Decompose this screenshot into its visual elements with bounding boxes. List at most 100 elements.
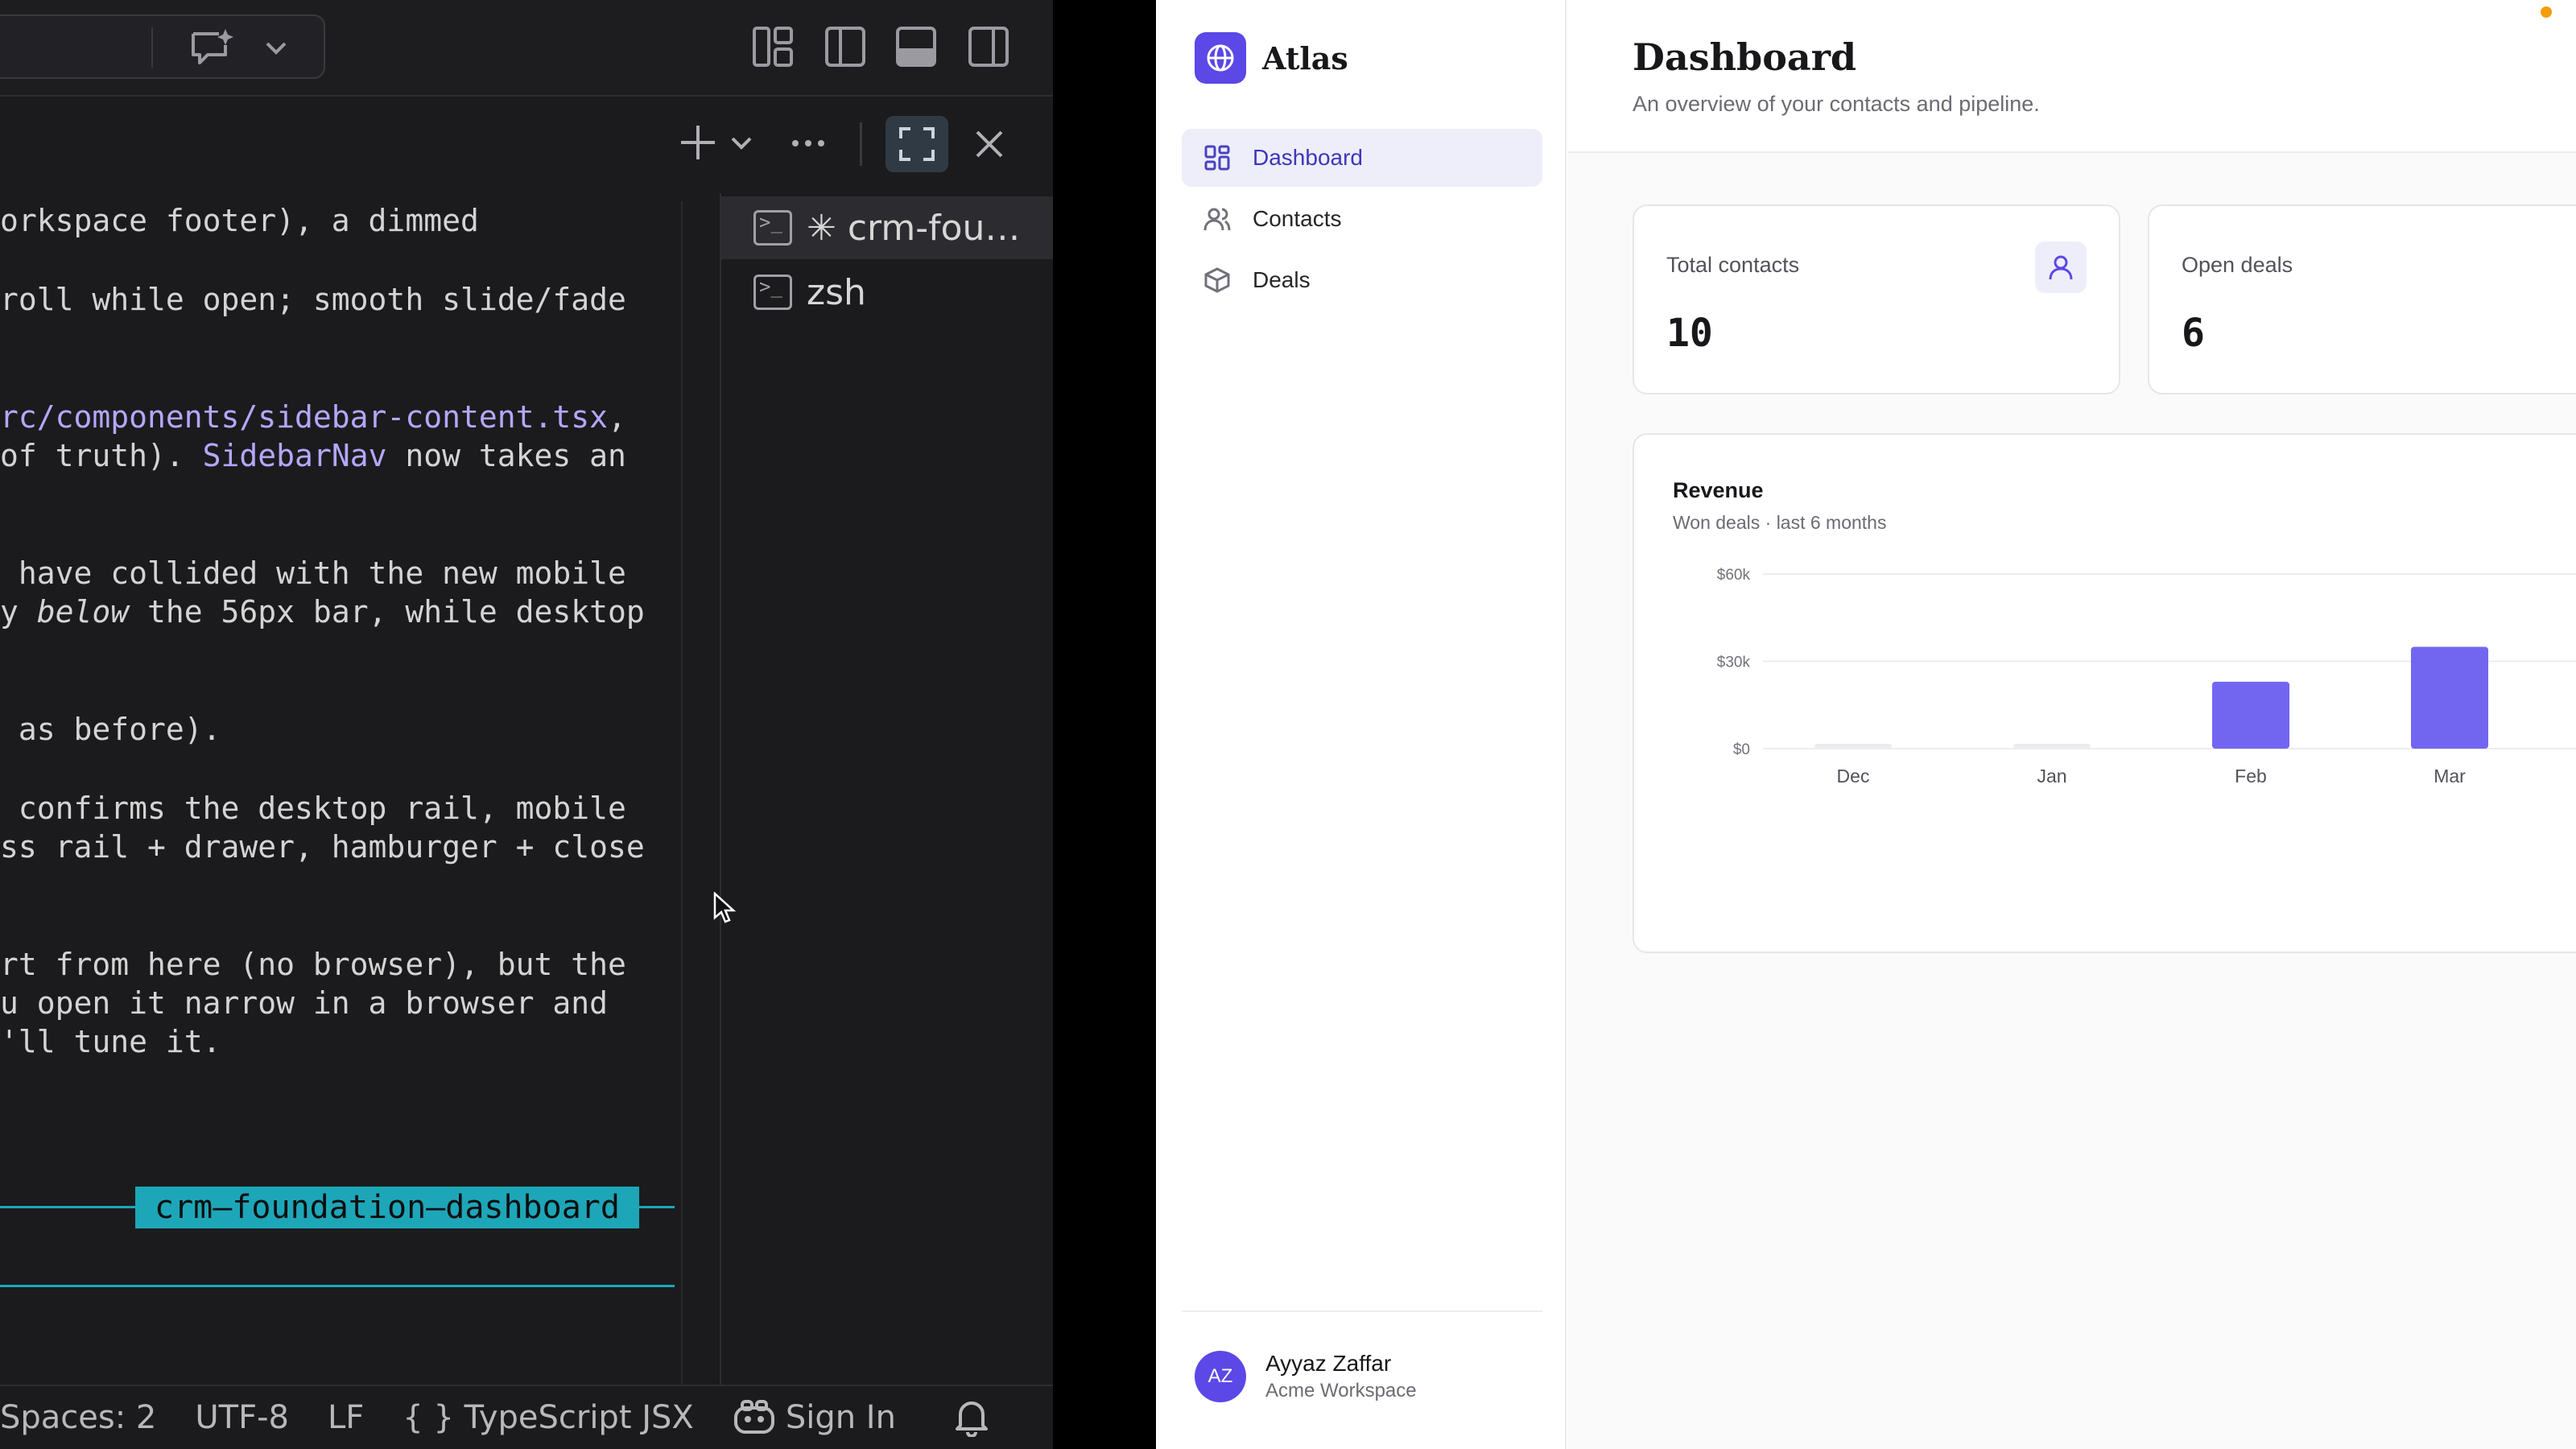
terminal-line: rt from here (no browser), but the: [0, 947, 626, 982]
terminal-line: u open it narrow in a browser and: [0, 985, 608, 1021]
sidebar-item-dashboard[interactable]: Dashboard: [1182, 129, 1542, 187]
sidebar-divider: [1182, 1311, 1542, 1312]
y-tick-label: $0: [1733, 741, 1750, 758]
terminal-line: roll while open; smooth slide/fade: [0, 282, 626, 317]
sidebar-item-label: Contacts: [1253, 206, 1342, 231]
user-workspace: Acme Workspace: [1265, 1380, 1417, 1402]
stat-card-open-deals: Open deals 6: [2148, 204, 2576, 394]
stat-label: Open deals: [2182, 253, 2293, 277]
close-panel-icon[interactable]: [974, 129, 1005, 159]
sign-in-label: Sign In: [785, 1399, 896, 1436]
terminal-tabs-list: ✳ crm-fou… zsh: [720, 193, 1053, 1385]
terminal-line: have collided with the new mobile: [0, 555, 626, 591]
chevron-down-icon[interactable]: [264, 37, 288, 58]
indentation-status[interactable]: Spaces: 2: [0, 1399, 156, 1436]
x-tick-label: Mar: [2434, 766, 2466, 786]
user-name: Ayyaz Zaffar: [1265, 1351, 1392, 1376]
brand[interactable]: Atlas: [1195, 32, 1348, 84]
revenue-card: Revenue Won deals · last 6 months $0 $30k…: [1633, 433, 2576, 953]
box-icon: [1203, 266, 1232, 295]
revenue-bar-dec[interactable]: [1814, 744, 1892, 749]
terminal-line: confirms the desktop rail, mobile: [0, 791, 626, 826]
maximize-panel-button[interactable]: [886, 116, 948, 172]
toggle-primary-sidebar-icon[interactable]: [824, 26, 866, 68]
line-ending-status[interactable]: LF: [328, 1399, 364, 1436]
customize-layout-icon[interactable]: [752, 26, 794, 68]
branch-tag: crm–foundation–dashboard: [135, 1187, 639, 1228]
user-profile[interactable]: AZ Ayyaz Zaffar Acme Workspace: [1195, 1351, 1417, 1402]
terminal-tab-crm[interactable]: ✳ crm-fou…: [721, 196, 1053, 259]
terminal-line: 'll tune it.: [0, 1024, 221, 1059]
file-path-link[interactable]: rc/components/sidebar-content.tsx: [0, 399, 608, 435]
mouse-pointer-icon: [713, 892, 736, 923]
stat-value: 10: [1666, 311, 1713, 356]
terminal-text: the 56px bar, while desktop: [129, 594, 645, 630]
sidebar-item-deals[interactable]: Deals: [1182, 251, 1542, 309]
terminal-emphasis: below: [36, 594, 130, 630]
terminal-panel-header: [0, 98, 1053, 192]
x-tick-label: Dec: [1837, 766, 1870, 786]
sign-in-status[interactable]: Sign In: [733, 1399, 896, 1436]
sidebar-item-contacts[interactable]: Contacts: [1182, 190, 1542, 248]
terminal-tab-label: ✳ crm-fou…: [807, 207, 1021, 249]
chevron-down-icon[interactable]: [729, 132, 753, 153]
sparkle-chat-icon[interactable]: [188, 27, 235, 69]
code-editor-window: orkspace footer), a dimmed roll while op…: [0, 0, 1053, 1449]
users-icon: [1203, 204, 1232, 233]
terminal-line: orkspace footer), a dimmed: [0, 203, 479, 238]
app-sidebar: Atlas Dashboard Contacts Deals AZ Ayyaz …: [1156, 0, 1567, 1449]
prompt-separator-line: [0, 1285, 675, 1287]
x-tick-label: Feb: [2235, 766, 2267, 786]
chat-input-box[interactable]: [0, 14, 325, 79]
terminal-icon: [753, 275, 792, 310]
page-title: Dashboard: [1633, 35, 1857, 79]
terminal-tab-zsh[interactable]: zsh: [721, 261, 1053, 324]
terminal-line: as before).: [0, 712, 221, 747]
more-actions-icon[interactable]: [791, 138, 826, 148]
main-content: Dashboard An overview of your contacts a…: [1568, 0, 2576, 1449]
status-bar: Spaces: 2 UTF-8 LF { } TypeScript JSX Si…: [0, 1385, 1053, 1449]
toggle-secondary-sidebar-icon[interactable]: [968, 26, 1009, 68]
x-tick-label: Jan: [2037, 766, 2066, 786]
terminal-scrollbar[interactable]: [681, 201, 683, 1385]
copilot-icon: [733, 1400, 774, 1434]
y-tick-label: $30k: [1717, 654, 1751, 671]
terminal-text: y: [0, 594, 37, 630]
revenue-bar-mar[interactable]: [2411, 646, 2488, 749]
brand-name: Atlas: [1262, 39, 1348, 76]
maximize-icon: [899, 127, 935, 161]
stat-card-total-contacts: Total contacts 10: [1633, 204, 2120, 394]
terminal-line: ss rail + drawer, hamburger + close: [0, 829, 645, 865]
chat-box-divider: [151, 27, 153, 68]
toggle-panel-icon[interactable]: [895, 26, 937, 68]
terminal-line: rc/components/sidebar-content.tsx,: [0, 399, 626, 435]
terminal-text: of truth).: [0, 438, 203, 473]
terminal-text: now takes an: [386, 438, 626, 473]
terminal-line: of truth). SidebarNav now takes an: [0, 438, 626, 473]
revenue-subtitle: Won deals · last 6 months: [1673, 512, 1887, 533]
atlas-web-app: Atlas Dashboard Contacts Deals AZ Ayyaz …: [1156, 0, 2576, 1449]
user-text: Ayyaz Zaffar Acme Workspace: [1265, 1351, 1417, 1402]
header-separator: [860, 122, 862, 166]
notification-dot: [2541, 6, 2552, 18]
terminal-text: ,: [607, 399, 626, 435]
user-icon: [2035, 242, 2087, 293]
terminal-line: y below the 56px bar, while desktop: [0, 594, 645, 630]
page-subtitle: An overview of your contacts and pipelin…: [1633, 92, 2040, 116]
avatar: AZ: [1195, 1351, 1246, 1402]
terminal-tab-label: zsh: [807, 271, 866, 313]
y-tick-label: $60k: [1717, 567, 1751, 584]
revenue-bar-jan[interactable]: [2013, 744, 2091, 749]
page-header: Dashboard An overview of your contacts a…: [1568, 0, 2576, 153]
language-mode-status[interactable]: { } TypeScript JSX: [402, 1399, 694, 1436]
stat-label: Total contacts: [1666, 253, 1800, 277]
globe-logo-icon: [1195, 32, 1246, 84]
revenue-bar-chart: $0 $30k $60k Dec Jan Feb Mar: [1717, 567, 2576, 786]
new-terminal-plus-icon[interactable]: [678, 122, 718, 163]
notifications-bell-icon[interactable]: [954, 1398, 989, 1437]
sidebar-item-label: Deals: [1253, 267, 1311, 292]
grid-icon: [1203, 143, 1232, 172]
encoding-status[interactable]: UTF-8: [195, 1399, 289, 1436]
revenue-bar-feb[interactable]: [2212, 681, 2289, 749]
symbol-link[interactable]: SidebarNav: [203, 438, 387, 473]
